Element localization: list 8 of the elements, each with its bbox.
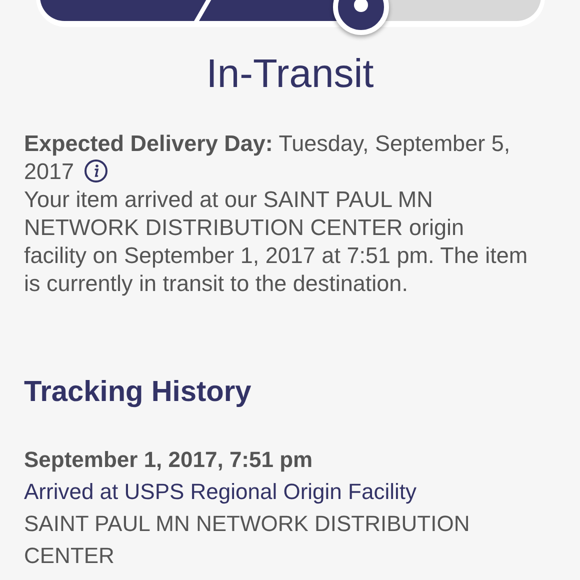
status-title: In-Transit (205, 51, 375, 98)
section-heading: Tracking History (24, 375, 252, 410)
event-location: SAINT PAUL MN NETWORK DISTRIBUTION CENTER (24, 510, 471, 570)
info-icon[interactable] (84, 159, 108, 183)
event-status: Arrived at USPS Regional Origin Facility (24, 478, 418, 506)
status-message: Your item arrived at our SAINT PAUL MN NETWORK DISTRIBUTION CENTER origin facility on September 1, 2017 at 7:51 pm. The item is currently in transit to the destination. (24, 186, 529, 298)
expected-delivery-text: Expected Delivery Day: Tuesday, September 5, 2017 (24, 131, 510, 184)
event-date: September 1, 2017, 7:51 pm (24, 446, 314, 474)
